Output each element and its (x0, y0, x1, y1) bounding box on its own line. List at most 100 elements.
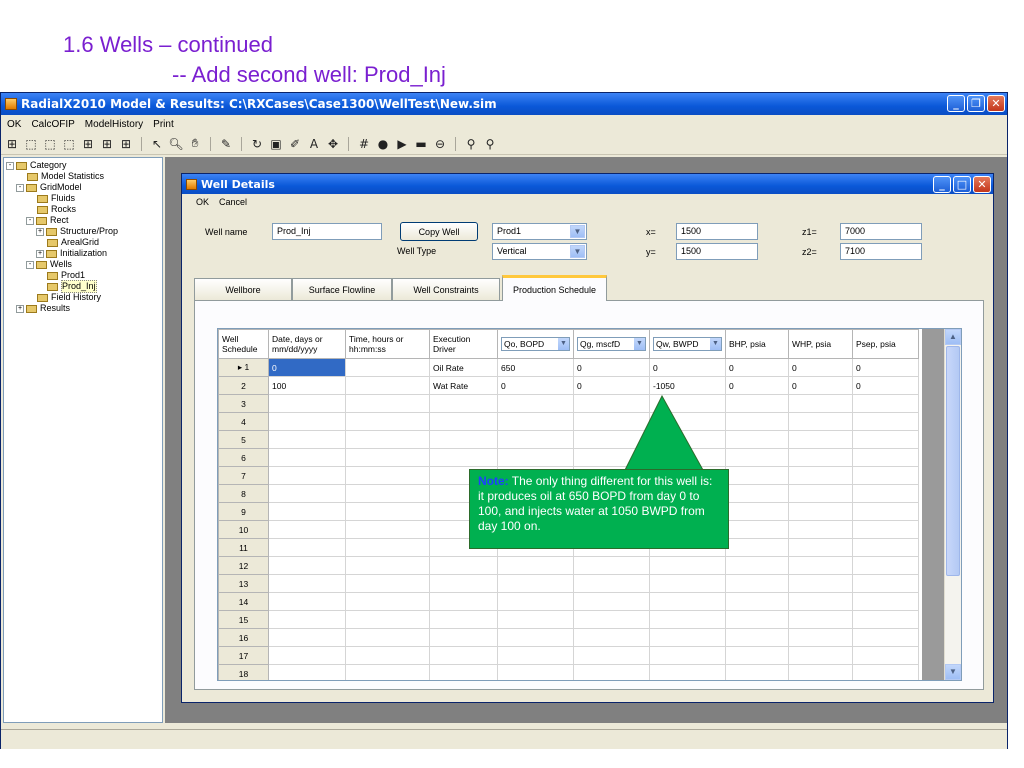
row-header[interactable]: 7 (218, 466, 269, 485)
minimize-button[interactable]: _ (947, 95, 965, 112)
table-cell[interactable] (429, 448, 498, 467)
table-cell[interactable] (345, 646, 430, 665)
dialog-maximize-button[interactable]: □ (953, 176, 971, 193)
table-cell[interactable]: 0 (725, 376, 789, 395)
box-view-4-icon[interactable]: ⬚ (62, 137, 76, 151)
table-cell[interactable] (345, 664, 430, 680)
table-cell[interactable] (268, 484, 346, 503)
table-cell[interactable]: 0 (573, 376, 650, 395)
row-header[interactable]: 17 (218, 646, 269, 665)
box-view-2-icon[interactable]: ⬚ (24, 137, 38, 151)
tree-item-arealgrid[interactable]: ArealGrid (6, 237, 160, 248)
zoom-in-icon[interactable]: ⚲ (464, 137, 478, 151)
table-cell[interactable] (429, 430, 498, 449)
table-cell[interactable] (649, 628, 726, 647)
tree-item-structure-prop[interactable]: + Structure/Prop (6, 226, 160, 237)
table-cell[interactable] (852, 448, 919, 467)
table-cell[interactable] (788, 592, 853, 611)
column-header-5[interactable]: Qg, mscfD ▼ (573, 329, 650, 359)
table-cell[interactable] (573, 628, 650, 647)
table-cell[interactable] (725, 592, 789, 611)
table-cell[interactable] (725, 556, 789, 575)
table-cell[interactable] (788, 538, 853, 557)
y-input[interactable]: 1500 (676, 243, 758, 260)
table-cell[interactable] (429, 610, 498, 629)
table-cell[interactable]: 100 (268, 376, 346, 395)
table-cell[interactable] (497, 646, 574, 665)
table-cell[interactable] (573, 592, 650, 611)
copy-well-button[interactable]: Copy Well (400, 222, 478, 241)
table-cell[interactable] (788, 628, 853, 647)
table-cell[interactable] (852, 484, 919, 503)
box-view-7-icon[interactable]: ⊞ (119, 137, 133, 151)
maximize-button[interactable]: ❐ (967, 95, 985, 112)
expand-icon[interactable]: + (36, 249, 44, 258)
tree-item-initialization[interactable]: + Initialization (6, 248, 160, 259)
dialog-titlebar[interactable]: Well Details _ □ ✕ (182, 174, 993, 194)
table-cell[interactable] (725, 412, 789, 431)
table-cell[interactable] (649, 610, 726, 629)
table-cell[interactable]: 0 (497, 376, 574, 395)
chevron-down-icon[interactable]: ▼ (634, 338, 645, 350)
table-cell[interactable] (725, 394, 789, 413)
table-cell[interactable] (429, 628, 498, 647)
table-cell[interactable] (268, 538, 346, 557)
collapse-icon[interactable]: - (26, 260, 34, 269)
table-cell[interactable] (852, 520, 919, 539)
row-header[interactable]: 2 (218, 376, 269, 395)
menu-ok[interactable]: OK (7, 119, 21, 130)
table-cell[interactable]: -1050 (649, 376, 726, 395)
table-cell[interactable] (429, 556, 498, 575)
table-cell[interactable] (852, 556, 919, 575)
table-cell[interactable] (788, 610, 853, 629)
play-icon[interactable]: ▶ (395, 137, 409, 151)
column-unit-select[interactable]: Qg, mscfD ▼ (577, 337, 646, 351)
table-cell[interactable] (725, 520, 789, 539)
tab-wellbore[interactable]: Wellbore (194, 278, 292, 300)
table-cell[interactable] (268, 448, 346, 467)
table-cell[interactable] (497, 664, 574, 680)
table-cell[interactable] (497, 628, 574, 647)
edit-icon[interactable]: ✐ (288, 137, 302, 151)
table-cell[interactable]: 0 (649, 358, 726, 377)
z2-input[interactable]: 7100 (840, 243, 922, 260)
table-cell[interactable] (852, 592, 919, 611)
table-cell[interactable] (788, 646, 853, 665)
column-unit-select[interactable]: Qo, BOPD ▼ (501, 337, 570, 351)
table-cell[interactable] (497, 592, 574, 611)
tree-item-model-statistics[interactable]: Model Statistics (6, 171, 160, 182)
circle-minus-icon[interactable]: ⊖ (433, 137, 447, 151)
row-header[interactable]: 3 (218, 394, 269, 413)
chevron-down-icon[interactable]: ▼ (570, 225, 585, 238)
record-icon[interactable]: ● (376, 137, 390, 151)
zoom-out-icon[interactable]: ⚲ (483, 137, 497, 151)
box-view-1-icon[interactable]: ⊞ (5, 137, 19, 151)
table-cell[interactable] (345, 592, 430, 611)
table-cell[interactable] (345, 448, 430, 467)
table-cell[interactable] (649, 592, 726, 611)
table-cell[interactable] (573, 646, 650, 665)
row-header[interactable]: 13 (218, 574, 269, 593)
table-cell[interactable] (345, 376, 430, 395)
row-header[interactable]: 12 (218, 556, 269, 575)
row-header[interactable]: 18 (218, 664, 269, 680)
table-cell[interactable] (268, 664, 346, 680)
table-cell[interactable] (649, 556, 726, 575)
table-cell[interactable] (497, 556, 574, 575)
table-cell[interactable]: 0 (268, 358, 346, 377)
table-cell[interactable] (497, 430, 574, 449)
table-cell[interactable] (725, 628, 789, 647)
table-cell[interactable] (268, 466, 346, 485)
table-cell[interactable] (788, 412, 853, 431)
row-header[interactable]: 10 (218, 520, 269, 539)
table-cell[interactable] (429, 664, 498, 680)
table-cell[interactable] (268, 520, 346, 539)
table-cell[interactable] (268, 502, 346, 521)
table-cell[interactable] (345, 628, 430, 647)
table-cell[interactable] (429, 592, 498, 611)
menu-calcofip[interactable]: CalcOFIP (31, 119, 74, 130)
well-name-input[interactable]: Prod_Inj (272, 223, 382, 240)
table-cell[interactable] (429, 394, 498, 413)
table-cell[interactable] (725, 502, 789, 521)
copy-source-select[interactable]: Prod1 ▼ (492, 223, 587, 240)
